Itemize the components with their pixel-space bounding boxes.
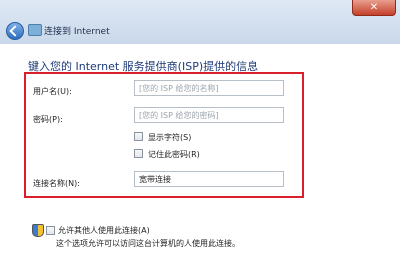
title-bar: 连接到 Internet ✕ [0,0,400,44]
connection-name-label: 连接名称(N): [33,179,80,188]
uac-shield-icon [32,224,44,237]
remember-password-label[interactable]: 记住此密码(R) [148,149,200,160]
close-button[interactable]: ✕ [352,0,396,16]
window-title: 连接到 Internet [44,27,110,37]
allow-others-label[interactable]: 允许其他人使用此连接(A) [58,225,150,236]
network-icon [28,24,42,36]
connection-name-input[interactable]: 宽带连接 [134,171,284,187]
allow-others-checkbox[interactable] [46,226,55,235]
show-characters-checkbox[interactable] [134,132,143,141]
username-label: 用户名(U): [33,87,72,96]
show-characters-label[interactable]: 显示字符(S) [148,132,191,143]
main-panel: 键入您的 Internet 服务提供商(ISP)提供的信息 用户名(U): [您… [0,44,400,254]
password-placeholder: [您的 ISP 给您的密码] [139,111,219,120]
back-button[interactable] [6,22,24,40]
allow-others-description: 这个选项允许可以访问这台计算机的人使用此连接。 [56,239,240,248]
username-placeholder: [您的 ISP 给您的名称] [139,84,219,93]
password-label: 密码(P): [33,115,63,124]
username-input[interactable]: [您的 ISP 给您的名称] [134,80,284,96]
password-input[interactable]: [您的 ISP 给您的密码] [134,107,284,123]
remember-password-checkbox[interactable] [134,149,143,158]
